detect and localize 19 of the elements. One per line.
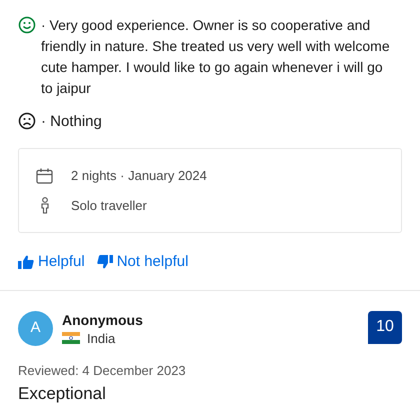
thumbs-up-icon xyxy=(18,255,34,270)
flag-icon xyxy=(62,332,80,344)
positive-comment: · Very good experience. Owner is so cooperative and friendly in nature. She treated us very well with welcome cute hamper. I would like to go again whenever i will go to jaipur xyxy=(41,16,391,98)
reviewer-country: India xyxy=(87,330,116,348)
smiley-icon xyxy=(18,16,36,34)
stay-detail: 2 nights · January 2024 xyxy=(71,167,207,185)
avatar: A xyxy=(18,310,53,346)
reviewer-name: Anonymous xyxy=(62,310,143,328)
review-title: Exceptional xyxy=(18,383,107,405)
helpful-button[interactable]: Helpful xyxy=(18,251,85,274)
stay-detail: Solo traveller xyxy=(71,196,147,214)
score-badge: 10 xyxy=(368,310,402,344)
person-icon xyxy=(38,196,50,214)
calendar-icon xyxy=(36,168,53,184)
thumbs-down-icon xyxy=(96,255,113,270)
sad-face-icon xyxy=(18,112,36,130)
negative-comment: · Nothing xyxy=(41,112,102,132)
not-helpful-button[interactable]: Not helpful xyxy=(96,251,188,274)
review-date: Reviewed: 4 December 2023 xyxy=(18,362,187,380)
